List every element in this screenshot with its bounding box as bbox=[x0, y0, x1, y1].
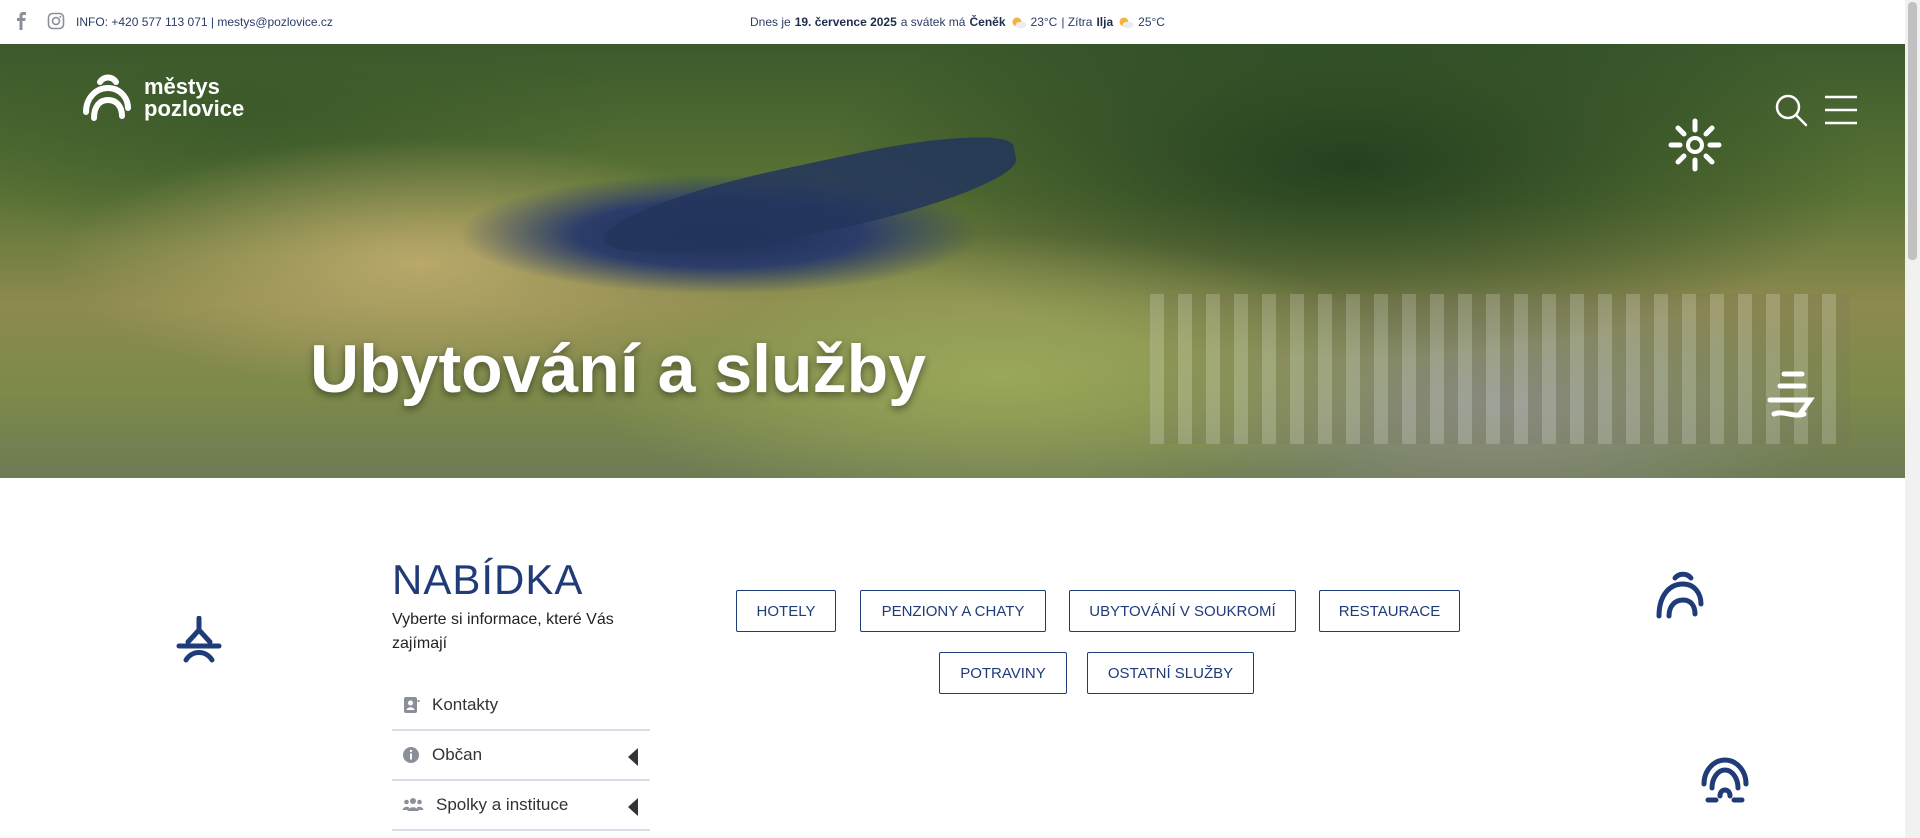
penziony-button[interactable]: PENZIONY A CHATY bbox=[860, 590, 1046, 632]
section-subtitle: Vyberte si informace, které Vás zajímají bbox=[392, 611, 614, 652]
menu-item-label: Občan bbox=[432, 745, 483, 764]
top-info-bar: INFO: +420 577 113 071 | mestys@pozlovic… bbox=[0, 0, 1905, 44]
side-menu: Kontakty Občan Spolky a instituce bbox=[392, 681, 650, 831]
potraviny-button[interactable]: POTRAVINY bbox=[939, 652, 1067, 694]
page-scrollbar[interactable] bbox=[1905, 0, 1920, 838]
date-weather-info: Dnes je 19. července 2025 a svátek má Če… bbox=[750, 15, 1165, 29]
name-day-today: Čeněk bbox=[969, 15, 1006, 29]
tree-decoration-icon bbox=[174, 616, 224, 666]
hero-lake-shape bbox=[597, 121, 1023, 277]
hamburger-menu-icon[interactable] bbox=[1824, 94, 1858, 126]
instagram-icon[interactable] bbox=[47, 12, 65, 30]
page-title: Ubytování a služby bbox=[310, 331, 926, 407]
ubytovani-v-soukromi-button[interactable]: UBYTOVÁNÍ V SOUKROMÍ bbox=[1069, 590, 1296, 632]
tomorrow-prefix: | Zítra bbox=[1061, 15, 1093, 29]
boat-decoration-icon bbox=[1760, 366, 1822, 428]
section-heading: NABÍDKA bbox=[392, 556, 584, 603]
sun-decoration-icon bbox=[1668, 118, 1722, 172]
hero-banner: městys pozlovice Ubytování a služby bbox=[0, 44, 1905, 478]
signal-decoration-icon bbox=[1700, 756, 1750, 806]
search-icon[interactable] bbox=[1773, 92, 1809, 128]
date-prefix: Dnes je bbox=[750, 15, 791, 29]
facebook-icon[interactable] bbox=[13, 12, 31, 30]
svatek-prefix: a svátek má bbox=[900, 15, 966, 29]
logo-text: městys pozlovice bbox=[144, 76, 244, 120]
expand-arrow-icon[interactable] bbox=[628, 748, 638, 766]
menu-item-spolky[interactable]: Spolky a instituce bbox=[392, 781, 650, 831]
menu-item-kontakty[interactable]: Kontakty bbox=[392, 681, 650, 731]
weather-partly-cloudy-icon bbox=[1010, 16, 1027, 29]
temperature-today: 23°C bbox=[1030, 15, 1058, 29]
ostatni-sluzby-button[interactable]: OSTATNÍ SLUŽBY bbox=[1087, 652, 1254, 694]
scrollbar-thumb[interactable] bbox=[1908, 2, 1917, 260]
contact-card-icon bbox=[404, 697, 420, 713]
restaurace-button[interactable]: RESTAURACE bbox=[1319, 590, 1460, 632]
menu-item-label: Kontakty bbox=[432, 695, 499, 714]
people-icon bbox=[402, 798, 424, 811]
menu-item-label: Spolky a instituce bbox=[436, 795, 569, 814]
hero-town-shape bbox=[1150, 294, 1850, 444]
info-icon bbox=[403, 747, 419, 763]
logo-line1: městys bbox=[144, 74, 220, 99]
menu-item-obcan[interactable]: Občan bbox=[392, 731, 650, 781]
hills-decoration-icon bbox=[1655, 570, 1705, 620]
weather-partly-cloudy-icon bbox=[1117, 16, 1134, 29]
social-links bbox=[13, 12, 65, 30]
logo-line2: pozlovice bbox=[144, 96, 245, 121]
site-logo[interactable]: městys pozlovice bbox=[80, 72, 244, 124]
temperature-tomorrow: 25°C bbox=[1138, 15, 1165, 29]
expand-arrow-icon[interactable] bbox=[628, 798, 638, 816]
logo-mark-icon bbox=[83, 74, 131, 121]
hotely-button[interactable]: HOTELY bbox=[736, 590, 836, 632]
contact-info[interactable]: INFO: +420 577 113 071 | mestys@pozlovic… bbox=[76, 15, 333, 29]
offer-section-header: NABÍDKA Vyberte si informace, které Vás … bbox=[392, 556, 652, 656]
current-date: 19. července 2025 bbox=[794, 15, 897, 29]
name-day-tomorrow: Ilja bbox=[1096, 15, 1114, 29]
